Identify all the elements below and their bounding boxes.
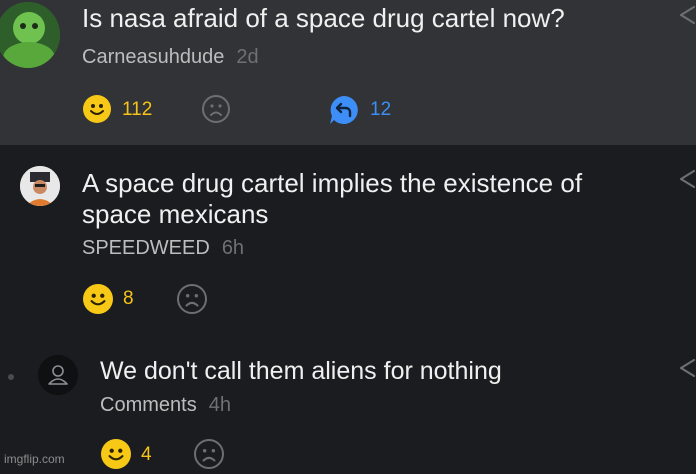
- comment-2-avatar[interactable]: [38, 355, 78, 395]
- smile-upvote-icon[interactable]: [101, 439, 131, 469]
- comment-1-upvote-count: 8: [123, 288, 134, 309]
- comment-2-meta: Comments 4h: [100, 394, 231, 417]
- share-icon[interactable]: [677, 168, 696, 195]
- frown-downvote-icon[interactable]: [194, 439, 224, 469]
- frown-downvote-icon[interactable]: [202, 95, 230, 123]
- post-author-avatar[interactable]: [0, 2, 60, 68]
- comment-2-time: 4h: [208, 394, 231, 416]
- post-card[interactable]: Is nasa afraid of a space drug cartel no…: [0, 0, 696, 145]
- comment-1-time: 6h: [221, 237, 245, 259]
- reply-bubble-icon[interactable]: [328, 94, 360, 131]
- post-meta: Carneasuhdude 2d: [82, 46, 259, 69]
- share-icon[interactable]: [677, 4, 696, 31]
- comment-2-upvote-count: 4: [141, 444, 152, 465]
- user-placeholder-icon: [38, 355, 78, 395]
- comment-1-meta: SPEEDWEED 6h: [82, 237, 244, 260]
- comment-1-text-line2: space mexicans: [82, 199, 269, 229]
- comment-2-author[interactable]: Comments: [100, 394, 197, 416]
- post-upvote-count: 112: [122, 99, 153, 120]
- share-icon[interactable]: [677, 357, 696, 384]
- thread-indent-dot: [8, 374, 14, 380]
- watermark: imgflip.com: [4, 452, 65, 466]
- post-time: 2d: [236, 46, 259, 68]
- comment-1-author[interactable]: SPEEDWEED: [82, 237, 210, 259]
- post-reply-count: 12: [370, 99, 392, 120]
- comment-2-text: We don't call them aliens for nothing: [100, 357, 502, 385]
- frown-downvote-icon[interactable]: [177, 284, 207, 314]
- comment-1-text-line1: A space drug cartel implies the existenc…: [82, 168, 583, 198]
- post-author-name[interactable]: Carneasuhdude: [82, 46, 224, 68]
- comment-1-avatar[interactable]: [20, 166, 60, 206]
- smile-upvote-icon[interactable]: [83, 95, 111, 123]
- smile-upvote-icon[interactable]: [83, 284, 113, 314]
- post-title: Is nasa afraid of a space drug cartel no…: [82, 3, 565, 33]
